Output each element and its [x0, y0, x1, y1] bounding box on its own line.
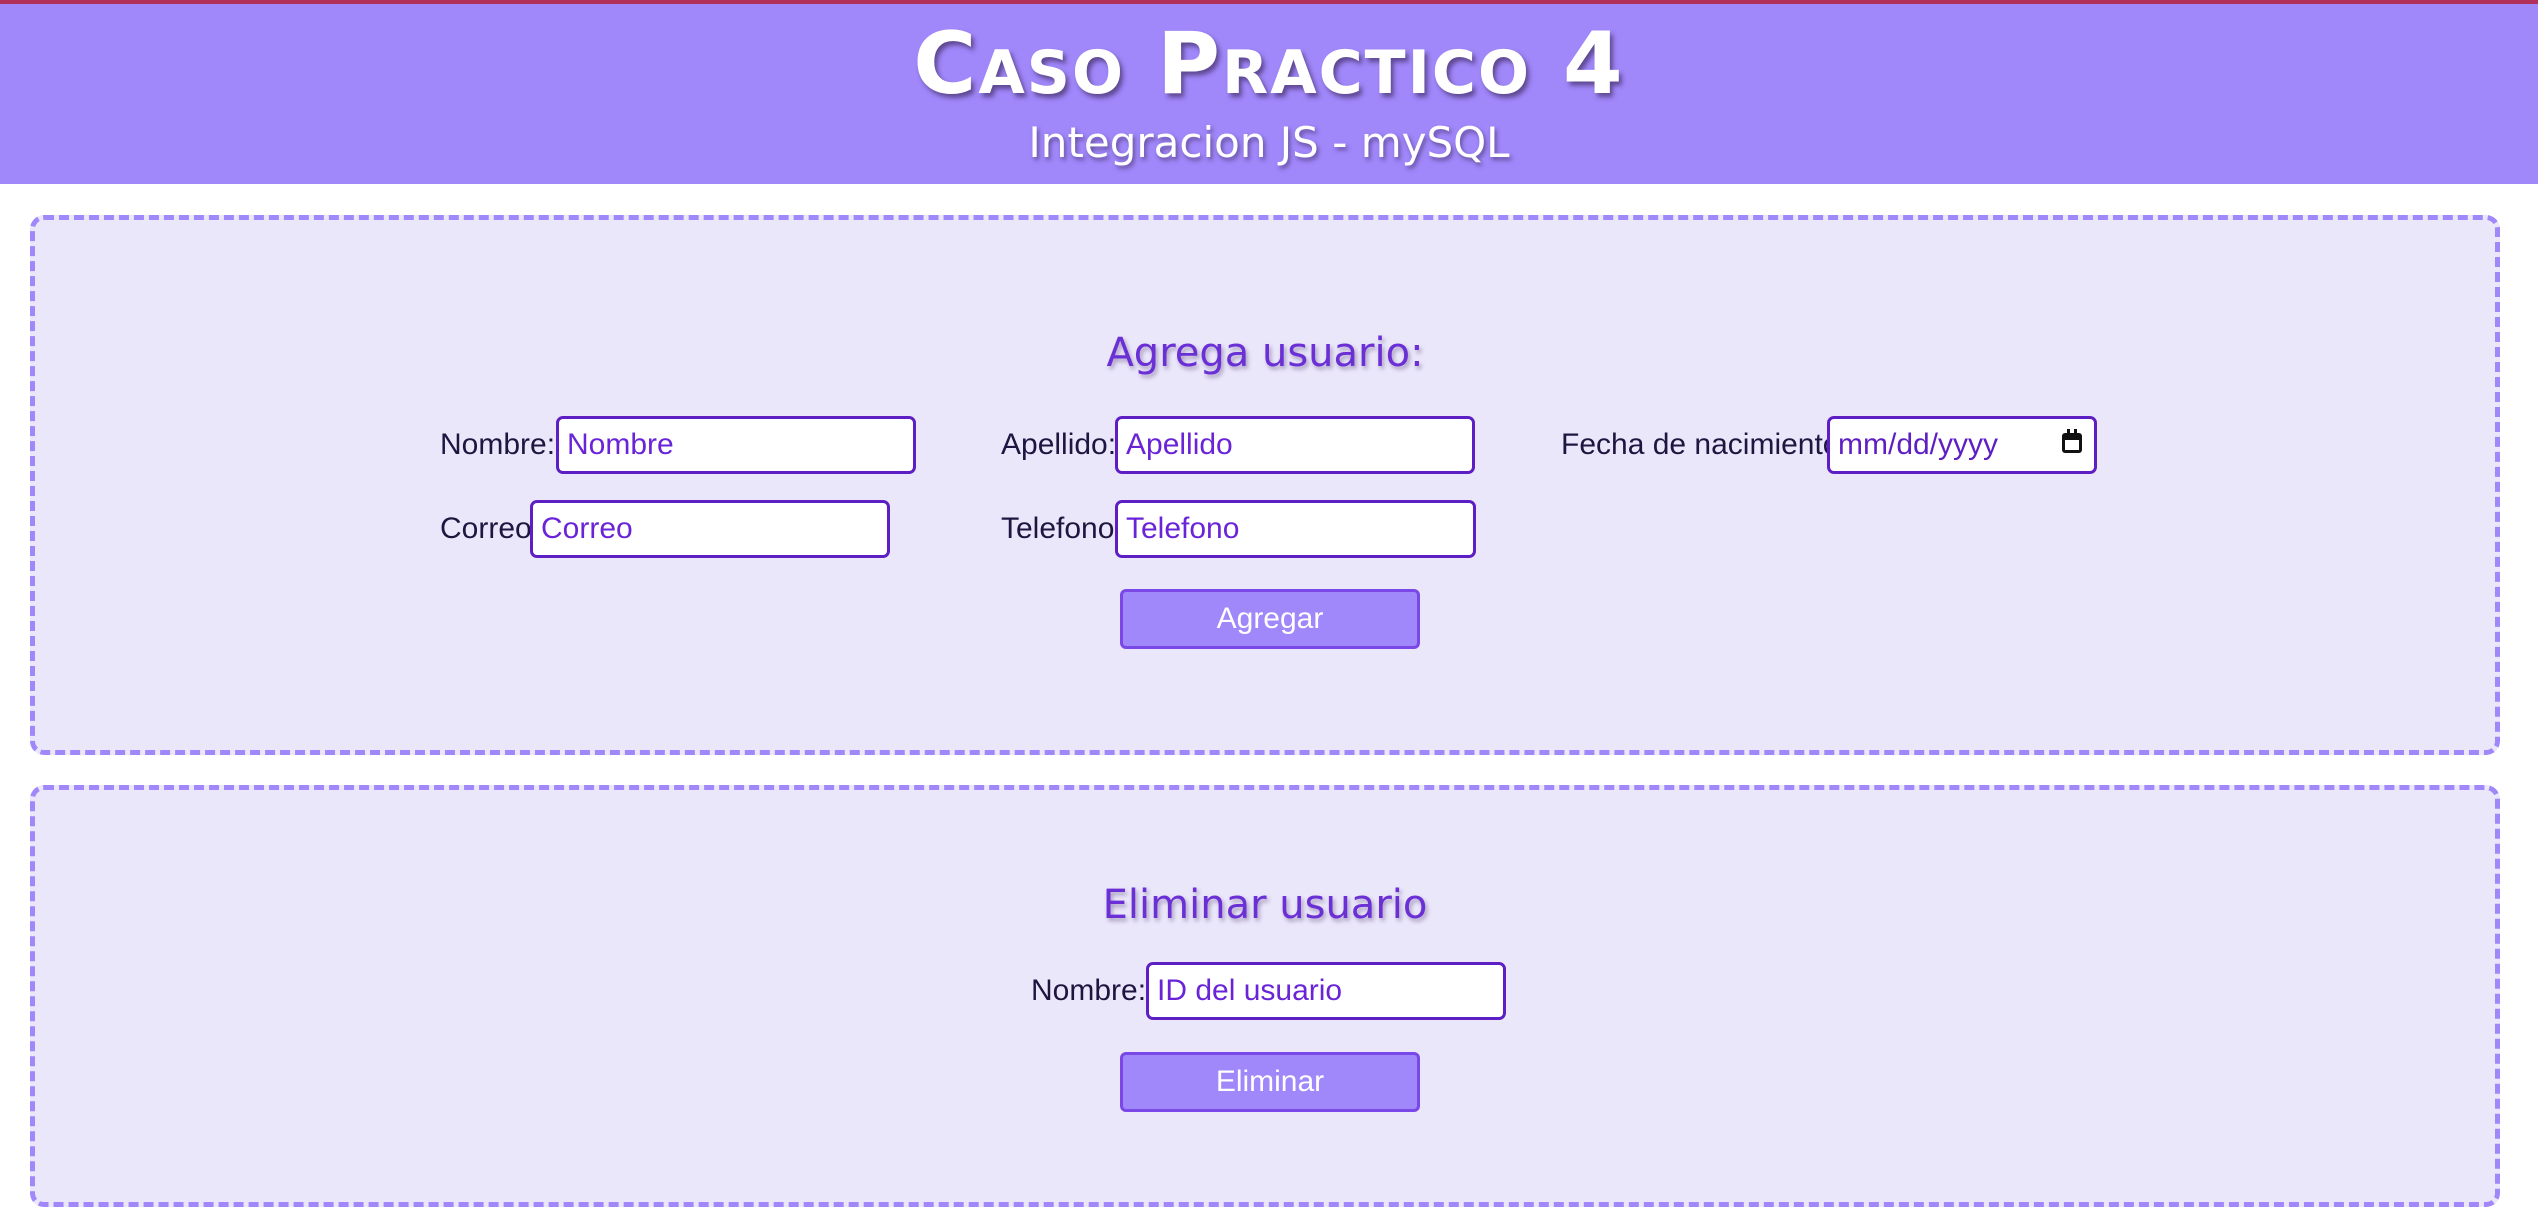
add-user-heading: Agrega usuario:	[1106, 330, 1424, 376]
nombre-input[interactable]	[556, 416, 916, 474]
agregar-button[interactable]: Agregar	[1120, 589, 1420, 649]
fecha-nacimiento-input[interactable]: mm/dd/yyyy	[1827, 416, 2097, 474]
nombre-label: Nombre:	[440, 428, 556, 461]
delete-user-heading: Eliminar usuario	[1102, 882, 1428, 928]
correo-label: Correo	[440, 512, 532, 545]
apellido-input[interactable]	[1115, 416, 1475, 474]
fecha-nacimiento-label: Fecha de nacimiento	[1561, 428, 1840, 461]
page-subtitle: Integracion JS - mySQL	[1028, 118, 1510, 167]
telefono-input[interactable]	[1115, 500, 1476, 558]
eliminar-button[interactable]: Eliminar	[1120, 1052, 1420, 1112]
page-header: Caso Practico 4 Integracion JS - mySQL	[0, 4, 2538, 184]
correo-input[interactable]	[530, 500, 890, 558]
id-usuario-input[interactable]	[1146, 962, 1506, 1020]
page-title: Caso Practico 4	[913, 14, 1625, 114]
add-user-panel: Agrega usuario: Nombre: Apellido: Fecha …	[30, 215, 2500, 755]
fecha-nacimiento-placeholder: mm/dd/yyyy	[1838, 428, 1999, 461]
calendar-icon[interactable]	[2062, 429, 2082, 453]
delete-user-panel: Eliminar usuario Nombre: Eliminar	[30, 785, 2500, 1207]
id-usuario-label: Nombre:	[1031, 974, 1147, 1007]
apellido-label: Apellido:	[1001, 428, 1117, 461]
telefono-label: Telefono	[1001, 512, 1115, 545]
